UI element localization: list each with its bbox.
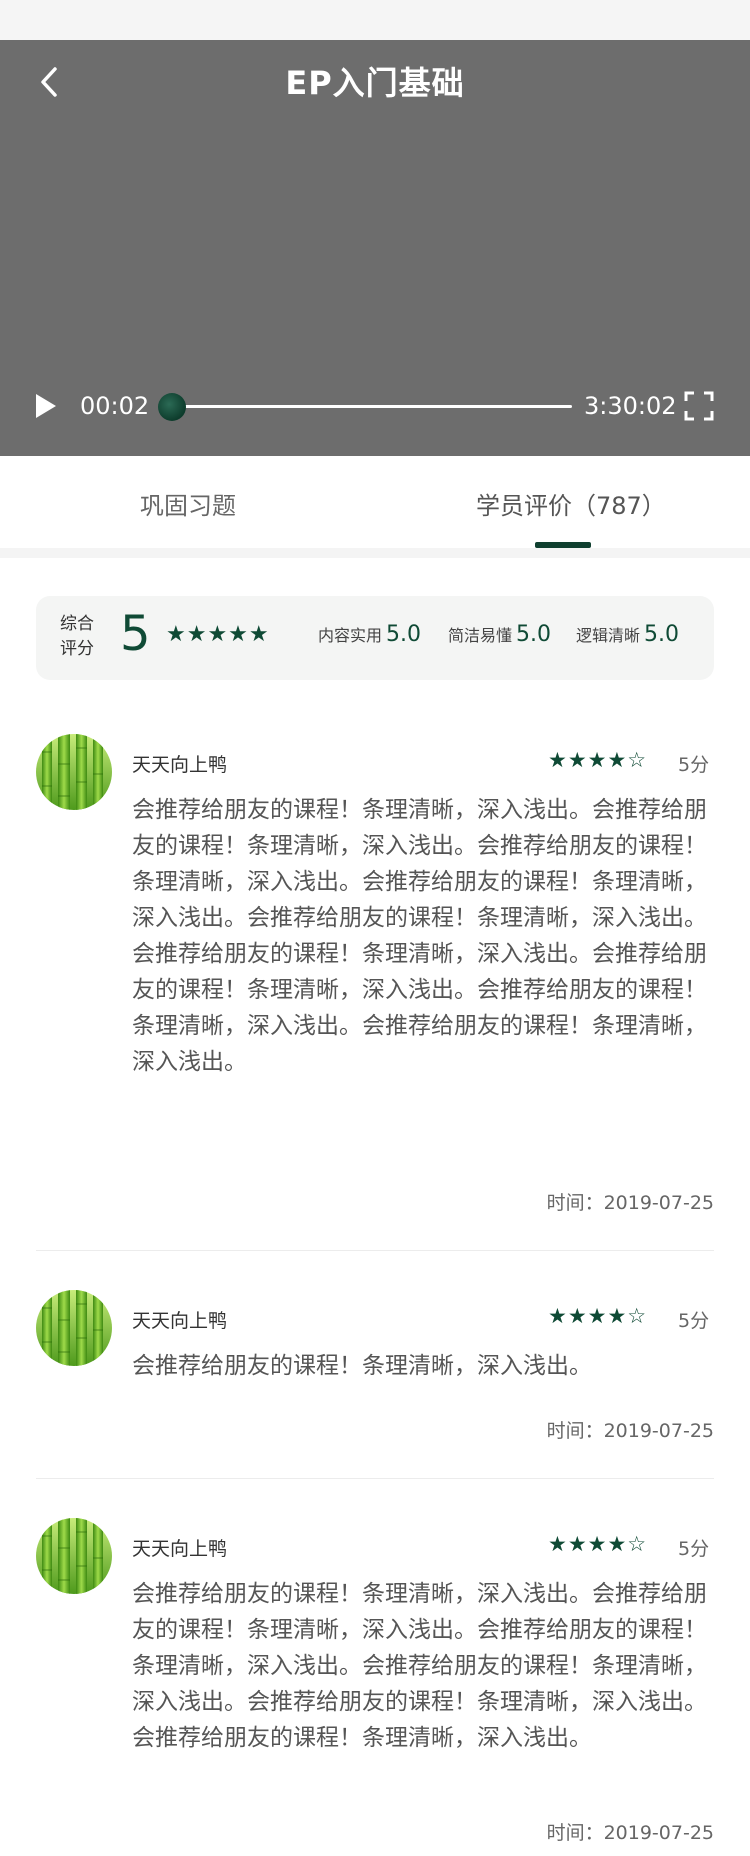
sub-rating-logic: 逻辑清晰 5.0: [576, 622, 679, 647]
review-text: 会推荐给朋友的课程！条理清晰，深入浅出。会推荐给朋友的课程！条理清晰，深入浅出。…: [132, 797, 707, 1075]
review-username: 天天向上鸭: [132, 1538, 228, 1560]
progress-thumb[interactable]: [158, 393, 186, 421]
review-score: 5分: [678, 1538, 710, 1560]
review-stars: ★★★★☆: [548, 1304, 648, 1328]
player-controls: 00:02 3:30:02: [0, 380, 750, 432]
sub-rating-practical: 内容实用 5.0: [318, 622, 421, 647]
review-item: 天天向上鸭 ★★★★☆ 5分 会推荐给朋友的课程！条理清晰，深入浅出。 时间：2…: [36, 1290, 714, 1442]
progress-track[interactable]: [172, 405, 572, 408]
sub-rating-value: 5.0: [644, 622, 680, 647]
review-text: 会推荐给朋友的课程！条理清晰，深入浅出。会推荐给朋友的课程！条理清晰，深入浅出。…: [132, 1581, 707, 1751]
status-bar: [0, 0, 750, 40]
review-time: 时间：2019-07-25: [546, 1822, 714, 1844]
review-username: 天天向上鸭: [132, 754, 228, 776]
review-text: 会推荐给朋友的课程！条理清晰，深入浅出。: [132, 1353, 592, 1379]
fullscreen-icon[interactable]: [684, 391, 714, 421]
sub-rating-easy: 简洁易懂 5.0: [448, 622, 551, 647]
divider: [36, 1250, 714, 1251]
page-title: EP入门基础: [285, 64, 465, 102]
play-icon[interactable]: [34, 386, 60, 426]
section-divider: [0, 548, 750, 558]
total-time: 3:30:02: [584, 392, 677, 420]
review-time: 时间：2019-07-25: [546, 1192, 714, 1214]
tab-exercises[interactable]: 巩固习题: [140, 486, 236, 521]
current-time: 00:02: [80, 392, 150, 420]
review-score: 5分: [678, 1310, 710, 1332]
review-stars: ★★★★☆: [548, 748, 648, 772]
overall-stars: ★★★★★: [166, 622, 270, 647]
tab-bar: 巩固习题 学员评价（787）: [0, 456, 750, 548]
avatar[interactable]: [36, 1290, 112, 1366]
divider: [36, 1478, 714, 1479]
overall-score: 5: [120, 606, 151, 662]
sub-rating-value: 5.0: [386, 622, 422, 647]
review-item: 天天向上鸭 ★★★★☆ 5分 会推荐给朋友的课程！条理清晰，深入浅出。会推荐给朋…: [36, 1518, 714, 1856]
sub-rating-name: 内容实用: [318, 626, 383, 645]
review-score: 5分: [678, 754, 710, 776]
review-stars: ★★★★☆: [548, 1532, 648, 1556]
video-player[interactable]: EP入门基础 00:02 3:30:02: [0, 40, 750, 456]
sub-rating-name: 逻辑清晰: [576, 626, 641, 645]
sub-rating-value: 5.0: [516, 622, 552, 647]
summary-label: 综合评分: [60, 614, 94, 659]
avatar[interactable]: [36, 734, 112, 810]
review-time: 时间：2019-07-25: [546, 1420, 714, 1442]
sub-rating-name: 简洁易懂: [448, 626, 513, 645]
review-username: 天天向上鸭: [132, 1310, 228, 1332]
review-item: 天天向上鸭 ★★★★☆ 5分 会推荐给朋友的课程！条理清晰，深入浅出。会推荐给朋…: [36, 734, 714, 1214]
avatar[interactable]: [36, 1518, 112, 1594]
tab-reviews[interactable]: 学员评价（787）: [476, 486, 666, 521]
rating-summary: 综合评分 5 ★★★★★ 内容实用 5.0 简洁易懂 5.0 逻辑清晰 5.0: [36, 596, 714, 680]
